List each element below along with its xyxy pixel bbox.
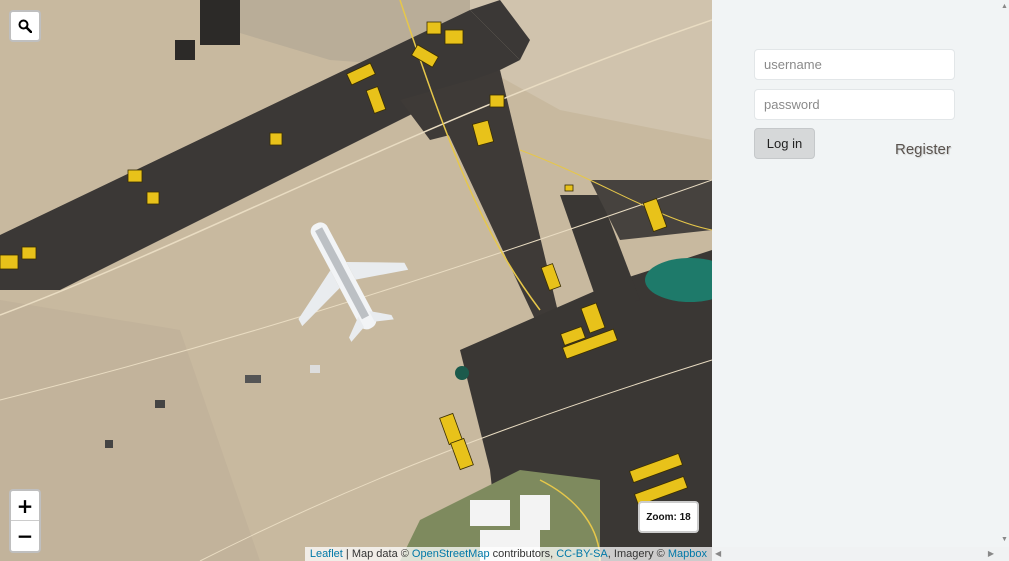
map-attribution: Leaflet | Map data © OpenStreetMap contr… [304, 547, 712, 561]
attribution-text: | Map data © [342, 548, 412, 560]
zoom-out-button[interactable]: − [11, 521, 39, 551]
login-button[interactable]: Log in [754, 128, 815, 159]
mapbox-link[interactable]: Mapbox [668, 548, 707, 560]
scroll-down-icon[interactable]: ▼ [1001, 536, 1008, 544]
login-panel: Log in Register ▲ ▼ [712, 0, 1009, 561]
password-field[interactable] [754, 89, 955, 120]
scroll-right-icon[interactable]: ▶ [988, 549, 994, 558]
cc-by-sa-link[interactable]: CC-BY-SA [556, 548, 608, 560]
magnifier-icon [18, 19, 32, 33]
zoom-in-button[interactable]: + [11, 491, 39, 521]
openstreetmap-link[interactable]: OpenStreetMap [412, 548, 490, 560]
username-field[interactable] [754, 49, 955, 80]
scroll-up-icon[interactable]: ▲ [1001, 3, 1008, 11]
register-link[interactable]: Register [895, 141, 951, 158]
map-view[interactable]: + − Zoom: 18 Leaflet | Map data © OpenSt… [0, 0, 712, 561]
zoom-level-badge: Zoom: 18 [638, 501, 699, 533]
horizontal-scrollbar[interactable]: ◀ ▶ [712, 547, 1009, 561]
satellite-imagery[interactable] [0, 0, 712, 561]
search-button[interactable] [9, 10, 41, 42]
zoom-control: + − [9, 489, 41, 553]
leaflet-link[interactable]: Leaflet [310, 548, 343, 560]
attribution-text: , Imagery © [607, 548, 668, 560]
scroll-left-icon[interactable]: ◀ [715, 549, 721, 558]
attribution-text: contributors, [489, 548, 557, 560]
vertical-scrollbar[interactable]: ▲ ▼ [1000, 0, 1009, 547]
